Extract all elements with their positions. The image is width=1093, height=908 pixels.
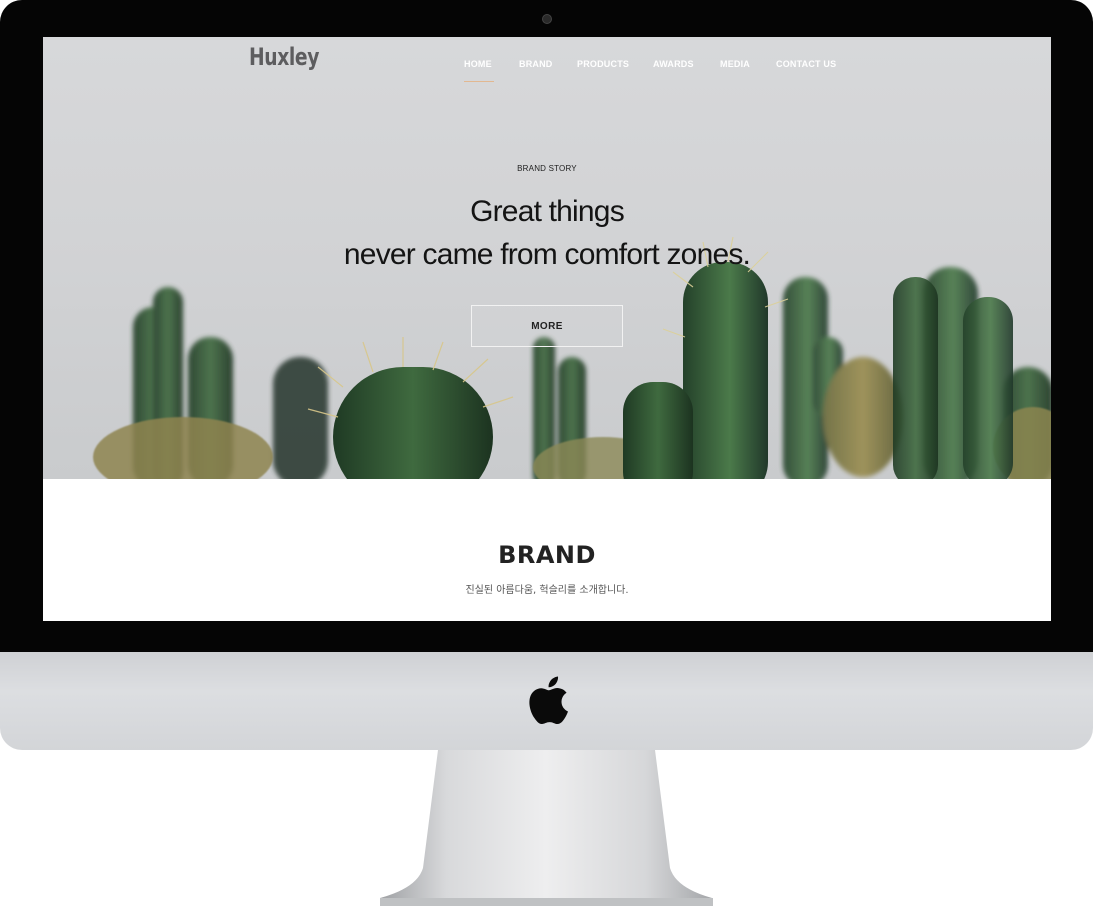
website-screen: Huxley HOME BRAND PRODUCTS AWARDS MEDIA … — [43, 37, 1051, 621]
nav-contact-us[interactable]: CONTACT US — [776, 59, 836, 69]
monitor-stand — [380, 750, 713, 906]
hero-headline-line-1: Great things — [470, 195, 625, 228]
hero-section: Huxley HOME BRAND PRODUCTS AWARDS MEDIA … — [43, 37, 1051, 479]
nav-brand[interactable]: BRAND — [519, 59, 553, 69]
brand-section: BRAND 진실된 아름다움, 헉슬리를 소개합니다. — [43, 479, 1051, 621]
nav-awards[interactable]: AWARDS — [653, 59, 694, 69]
monitor-chin — [0, 652, 1093, 750]
brand-title: BRAND — [498, 541, 596, 569]
hero-eyebrow: BRAND STORY — [517, 164, 577, 173]
apple-logo-icon — [529, 676, 568, 725]
nav-active-indicator — [464, 81, 494, 82]
camera-icon — [542, 14, 552, 24]
brand-subtitle: 진실된 아름다움, 헉슬리를 소개합니다. — [465, 585, 629, 596]
nav-home[interactable]: HOME — [464, 59, 492, 69]
nav-media[interactable]: MEDIA — [720, 59, 750, 69]
site-logo[interactable]: Huxley — [249, 43, 319, 71]
hero-headline: Great things never came from comfort zon… — [43, 190, 1051, 276]
hero-headline-line-2: never came from comfort zones. — [343, 238, 751, 271]
nav-products[interactable]: PRODUCTS — [577, 59, 629, 69]
more-button[interactable]: MORE — [471, 305, 623, 347]
